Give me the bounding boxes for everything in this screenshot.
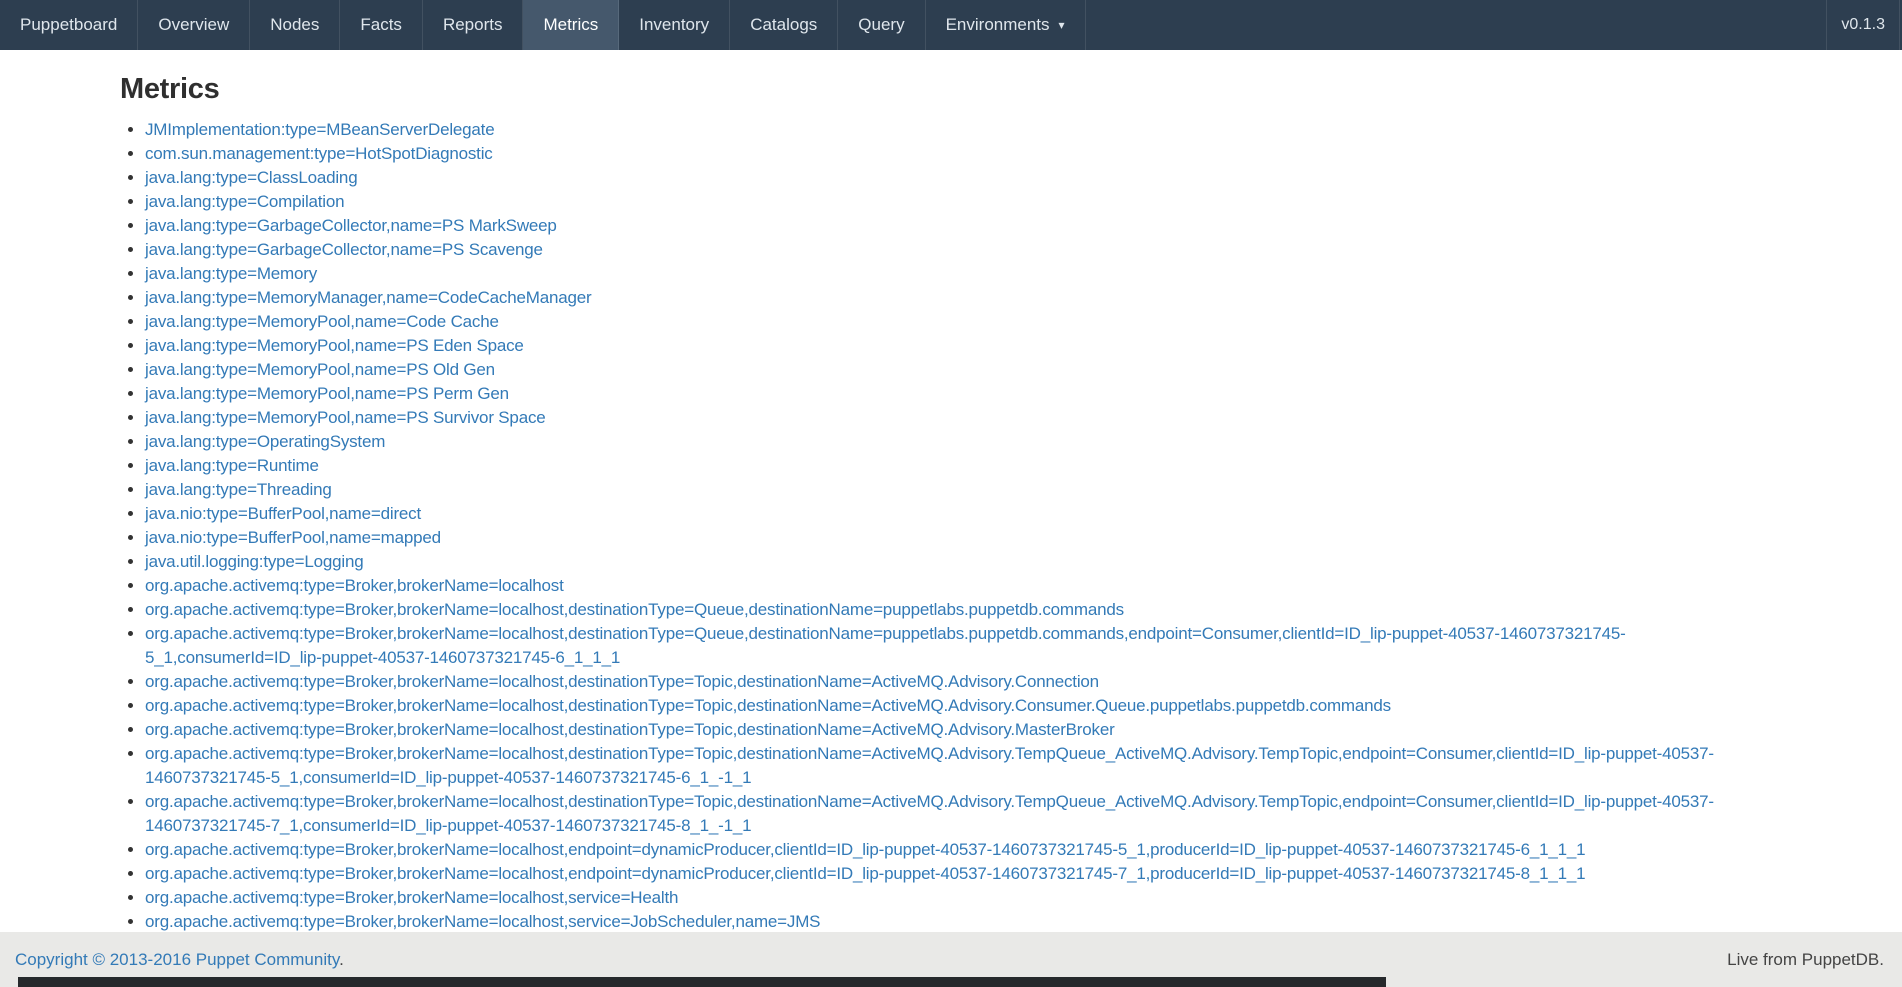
nav-item-catalogs[interactable]: Catalogs: [730, 0, 838, 50]
metric-list-item: java.lang:type=Threading: [145, 478, 1782, 502]
metric-list-item: java.lang:type=MemoryPool,name=PS Perm G…: [145, 382, 1782, 406]
metric-list-item: JMImplementation:type=MBeanServerDelegat…: [145, 118, 1782, 142]
metric-link[interactable]: org.apache.activemq:type=Broker,brokerNa…: [145, 744, 1714, 787]
metric-link[interactable]: java.lang:type=MemoryPool,name=PS Eden S…: [145, 336, 524, 355]
metric-link[interactable]: org.apache.activemq:type=Broker,brokerNa…: [145, 576, 564, 595]
metric-link[interactable]: java.nio:type=BufferPool,name=direct: [145, 504, 421, 523]
metric-link[interactable]: org.apache.activemq:type=Broker,brokerNa…: [145, 792, 1714, 835]
metric-link[interactable]: org.apache.activemq:type=Broker,brokerNa…: [145, 600, 1124, 619]
metric-list-item: org.apache.activemq:type=Broker,brokerNa…: [145, 886, 1782, 910]
metric-list-item: java.lang:type=OperatingSystem: [145, 430, 1782, 454]
metric-list-item: org.apache.activemq:type=Broker,brokerNa…: [145, 670, 1782, 694]
metric-link[interactable]: java.lang:type=GarbageCollector,name=PS …: [145, 240, 543, 259]
metric-list-item: java.lang:type=MemoryPool,name=PS Old Ge…: [145, 358, 1782, 382]
metric-link[interactable]: org.apache.activemq:type=Broker,brokerNa…: [145, 624, 1626, 667]
metric-link[interactable]: com.sun.management:type=HotSpotDiagnosti…: [145, 144, 493, 163]
metric-link[interactable]: java.lang:type=GarbageCollector,name=PS …: [145, 216, 557, 235]
metric-link[interactable]: java.lang:type=Threading: [145, 480, 332, 499]
navbar-spacer: [1086, 0, 1827, 50]
nav-item-overview[interactable]: Overview: [138, 0, 250, 50]
metric-list-item: org.apache.activemq:type=Broker,brokerNa…: [145, 838, 1782, 862]
footer-copyright: Copyright © 2013-2016 Puppet Community.: [15, 950, 344, 970]
metric-link[interactable]: java.lang:type=MemoryPool,name=PS Old Ge…: [145, 360, 495, 379]
version-badge: v0.1.3: [1826, 0, 1900, 50]
metric-list-item: org.apache.activemq:type=Broker,brokerNa…: [145, 862, 1782, 886]
metric-link[interactable]: org.apache.activemq:type=Broker,brokerNa…: [145, 720, 1115, 739]
copyright-period: .: [339, 950, 344, 969]
main-content: Metrics JMImplementation:type=MBeanServe…: [0, 50, 1902, 987]
metric-list-item: java.lang:type=MemoryPool,name=PS Surviv…: [145, 406, 1782, 430]
metric-list-item: org.apache.activemq:type=Broker,brokerNa…: [145, 574, 1782, 598]
metric-list-item: java.lang:type=GarbageCollector,name=PS …: [145, 238, 1782, 262]
metric-link[interactable]: JMImplementation:type=MBeanServerDelegat…: [145, 120, 494, 139]
metric-link[interactable]: java.nio:type=BufferPool,name=mapped: [145, 528, 441, 547]
metric-list-item: org.apache.activemq:type=Broker,brokerNa…: [145, 694, 1782, 718]
metric-list-item: org.apache.activemq:type=Broker,brokerNa…: [145, 790, 1782, 838]
chevron-down-icon: ▾: [1059, 18, 1065, 32]
metric-link[interactable]: org.apache.activemq:type=Broker,brokerNa…: [145, 840, 1585, 859]
nav-item-reports[interactable]: Reports: [423, 0, 524, 50]
metric-link[interactable]: java.lang:type=Compilation: [145, 192, 344, 211]
metric-link[interactable]: org.apache.activemq:type=Broker,brokerNa…: [145, 672, 1099, 691]
metric-link[interactable]: org.apache.activemq:type=Broker,brokerNa…: [145, 864, 1585, 883]
nav-item-metrics[interactable]: Metrics: [523, 0, 619, 50]
page-title: Metrics: [120, 72, 1782, 106]
metric-list-item: java.lang:type=GarbageCollector,name=PS …: [145, 214, 1782, 238]
metric-list-item: java.lang:type=Runtime: [145, 454, 1782, 478]
metric-link[interactable]: java.lang:type=MemoryPool,name=PS Perm G…: [145, 384, 509, 403]
metric-link[interactable]: org.apache.activemq:type=Broker,brokerNa…: [145, 912, 820, 931]
navbar-items: PuppetboardOverviewNodesFactsReportsMetr…: [0, 0, 1086, 50]
metric-list-item: org.apache.activemq:type=Broker,brokerNa…: [145, 622, 1782, 670]
metric-list-item: java.lang:type=Memory: [145, 262, 1782, 286]
metric-list-item: org.apache.activemq:type=Broker,brokerNa…: [145, 742, 1782, 790]
metric-link[interactable]: java.lang:type=Runtime: [145, 456, 319, 475]
metric-link[interactable]: java.lang:type=MemoryManager,name=CodeCa…: [145, 288, 591, 307]
metric-list-item: java.lang:type=MemoryPool,name=Code Cach…: [145, 310, 1782, 334]
background-window-strip: [18, 977, 1386, 987]
metric-list-item: com.sun.management:type=HotSpotDiagnosti…: [145, 142, 1782, 166]
metric-link[interactable]: org.apache.activemq:type=Broker,brokerNa…: [145, 696, 1391, 715]
metric-list-item: org.apache.activemq:type=Broker,brokerNa…: [145, 718, 1782, 742]
metric-link[interactable]: java.lang:type=MemoryPool,name=Code Cach…: [145, 312, 499, 331]
nav-item-query[interactable]: Query: [838, 0, 925, 50]
metric-link[interactable]: java.lang:type=Memory: [145, 264, 317, 283]
nav-item-environments[interactable]: Environments▾: [926, 0, 1086, 50]
metric-list-item: java.lang:type=Compilation: [145, 190, 1782, 214]
navbar: PuppetboardOverviewNodesFactsReportsMetr…: [0, 0, 1902, 50]
metric-list-item: java.lang:type=MemoryManager,name=CodeCa…: [145, 286, 1782, 310]
metrics-list: JMImplementation:type=MBeanServerDelegat…: [120, 118, 1782, 934]
metric-link[interactable]: java.lang:type=OperatingSystem: [145, 432, 385, 451]
metric-list-item: java.nio:type=BufferPool,name=direct: [145, 502, 1782, 526]
metric-list-item: java.util.logging:type=Logging: [145, 550, 1782, 574]
nav-item-facts[interactable]: Facts: [340, 0, 423, 50]
metric-link[interactable]: org.apache.activemq:type=Broker,brokerNa…: [145, 888, 678, 907]
metric-list-item: org.apache.activemq:type=Broker,brokerNa…: [145, 910, 1782, 934]
metric-link[interactable]: java.util.logging:type=Logging: [145, 552, 363, 571]
nav-item-puppetboard[interactable]: Puppetboard: [0, 0, 138, 50]
metric-list-item: java.nio:type=BufferPool,name=mapped: [145, 526, 1782, 550]
nav-item-inventory[interactable]: Inventory: [619, 0, 730, 50]
nav-item-nodes[interactable]: Nodes: [250, 0, 340, 50]
metric-list-item: org.apache.activemq:type=Broker,brokerNa…: [145, 598, 1782, 622]
metric-list-item: java.lang:type=ClassLoading: [145, 166, 1782, 190]
footer-live-status: Live from PuppetDB.: [1727, 950, 1884, 970]
copyright-link[interactable]: Copyright © 2013-2016 Puppet Community: [15, 950, 339, 969]
metric-list-item: java.lang:type=MemoryPool,name=PS Eden S…: [145, 334, 1782, 358]
metric-link[interactable]: java.lang:type=ClassLoading: [145, 168, 357, 187]
metric-link[interactable]: java.lang:type=MemoryPool,name=PS Surviv…: [145, 408, 546, 427]
